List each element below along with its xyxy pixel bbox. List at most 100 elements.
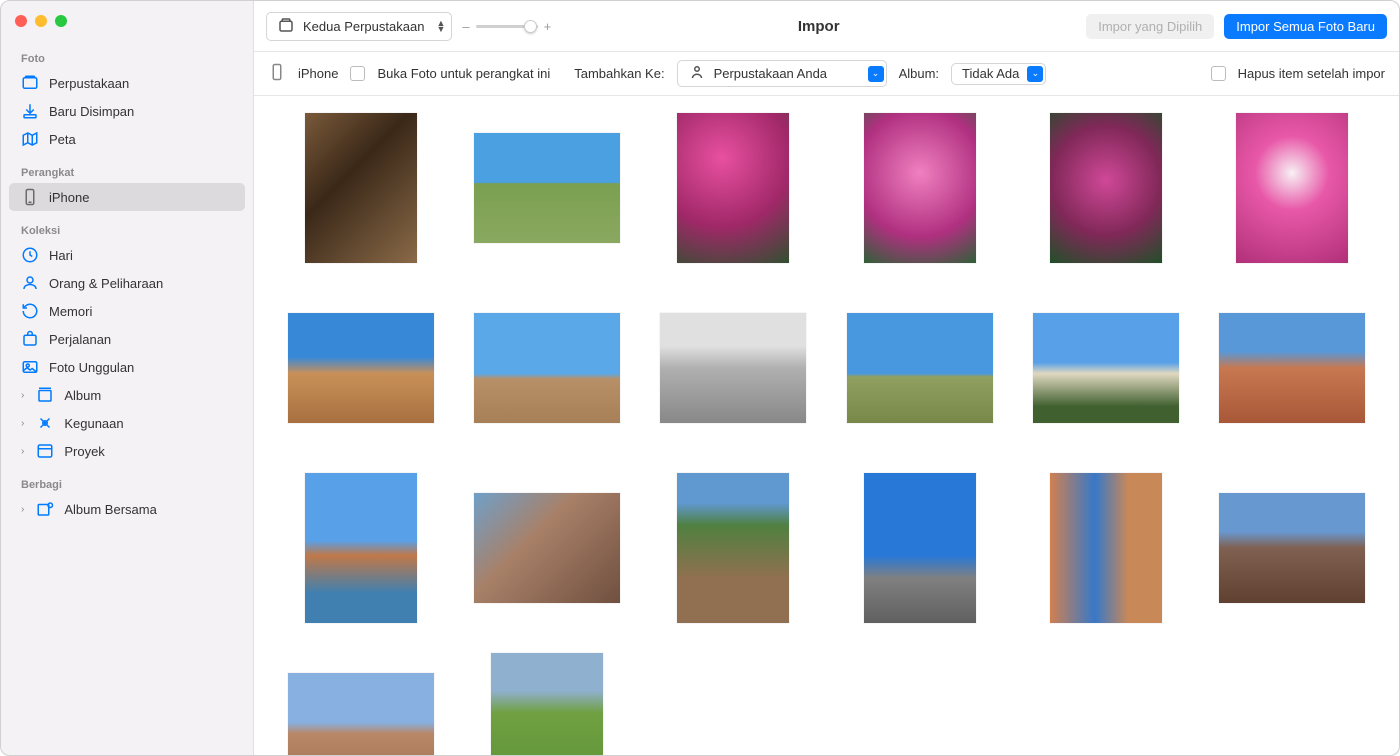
sidebar-item-label: Album Bersama: [64, 502, 156, 517]
library-filter-label: Kedua Perpustakaan: [303, 19, 424, 34]
import-all-button[interactable]: Impor Semua Foto Baru: [1224, 14, 1387, 39]
sidebar-item-label: Memori: [49, 304, 92, 319]
import-selected-button[interactable]: Impor yang Dipilih: [1086, 14, 1214, 39]
sidebar-item-iphone[interactable]: iPhone: [9, 183, 245, 211]
sidebar-item-album-bersama[interactable]: › Album Bersama: [9, 495, 245, 523]
sidebar-item-label: Baru Disimpan: [49, 104, 134, 119]
zoom-out-button[interactable]: –: [462, 19, 469, 34]
section-perangkat-title: Perangkat: [1, 161, 253, 183]
map-icon: [21, 130, 39, 148]
library-stack-icon: [277, 16, 295, 37]
sidebar-item-label: Proyek: [64, 444, 104, 459]
photo-thumbnail[interactable]: [1205, 104, 1379, 272]
sidebar-item-label: Perpustakaan: [49, 76, 129, 91]
sidebar-item-label: iPhone: [49, 190, 89, 205]
maximize-window-button[interactable]: [55, 15, 67, 27]
sidebar-item-label: Kegunaan: [64, 416, 123, 431]
chevron-down-icon: ⌄: [868, 66, 884, 82]
photo-thumbnail[interactable]: [274, 104, 448, 272]
photo-thumbnail[interactable]: [1205, 284, 1379, 452]
zoom-in-button[interactable]: +: [544, 19, 552, 34]
album-value: Tidak Ada: [962, 66, 1019, 81]
photo-image: [1219, 313, 1365, 423]
shared-album-icon: [36, 500, 54, 518]
photo-thumbnail[interactable]: [646, 104, 820, 272]
sidebar: Foto Perpustakaan Baru Disimpan Peta Per…: [1, 1, 254, 755]
photo-thumbnail[interactable]: [833, 284, 1007, 452]
photo-image: [491, 653, 603, 755]
sidebar-item-peta[interactable]: Peta: [9, 125, 245, 153]
sidebar-item-label: Peta: [49, 132, 76, 147]
updown-arrows-icon: ▲▼: [432, 20, 445, 32]
photo-image: [305, 473, 417, 623]
photo-image: [288, 313, 434, 423]
photo-thumbnail[interactable]: [833, 464, 1007, 632]
photo-image: [474, 493, 620, 603]
sidebar-item-label: Perjalanan: [49, 332, 111, 347]
sidebar-item-memori[interactable]: Memori: [9, 297, 245, 325]
library-filter-dropdown[interactable]: Kedua Perpustakaan ▲▼: [266, 12, 452, 41]
photo-image: [474, 313, 620, 423]
photo-thumbnail[interactable]: [1019, 284, 1193, 452]
sidebar-item-kegunaan[interactable]: › Kegunaan: [9, 409, 245, 437]
import-options-bar: iPhone Buka Foto untuk perangkat ini Tam…: [254, 52, 1399, 96]
sidebar-item-label: Hari: [49, 248, 73, 263]
sidebar-item-orang[interactable]: Orang & Peliharaan: [9, 269, 245, 297]
phone-icon: [21, 188, 39, 206]
sidebar-item-label: Album: [64, 388, 101, 403]
app-window: Foto Perpustakaan Baru Disimpan Peta Per…: [0, 0, 1400, 756]
sidebar-item-proyek[interactable]: › Proyek: [9, 437, 245, 465]
photo-thumbnail[interactable]: [460, 104, 634, 272]
photo-image: [864, 473, 976, 623]
phone-icon: [268, 63, 286, 84]
photo-thumbnail[interactable]: [833, 104, 1007, 272]
photo-image: [1050, 113, 1162, 263]
photo-thumbnail[interactable]: [460, 464, 634, 632]
photo-image: [474, 133, 620, 243]
photo-thumbnail[interactable]: [274, 284, 448, 452]
photo-image: [677, 113, 789, 263]
library-icon: [21, 74, 39, 92]
sidebar-item-foto-unggulan[interactable]: Foto Unggulan: [9, 353, 245, 381]
photo-thumbnail[interactable]: [274, 644, 448, 755]
photo-thumbnail[interactable]: [1019, 464, 1193, 632]
zoom-slider[interactable]: [476, 25, 538, 28]
photo-thumbnail[interactable]: [1205, 464, 1379, 632]
delete-after-import-checkbox[interactable]: [1211, 66, 1226, 81]
photo-thumbnail[interactable]: [1019, 104, 1193, 272]
album-select[interactable]: Tidak Ada ⌄: [951, 63, 1046, 85]
photo-thumbnail[interactable]: [460, 284, 634, 452]
chevron-right-icon: ›: [21, 504, 24, 515]
photo-thumbnail[interactable]: [460, 644, 634, 755]
album-icon: [36, 386, 54, 404]
photo-image: [1236, 113, 1348, 263]
device-name: iPhone: [298, 66, 338, 81]
sidebar-item-hari[interactable]: Hari: [9, 241, 245, 269]
add-to-select[interactable]: Perpustakaan Anda ⌄: [677, 60, 887, 87]
memories-icon: [21, 302, 39, 320]
photo-thumbnail[interactable]: [646, 464, 820, 632]
sidebar-item-perpustakaan[interactable]: Perpustakaan: [9, 69, 245, 97]
chevron-right-icon: ›: [21, 446, 24, 457]
saved-icon: [21, 102, 39, 120]
toolbar-title: Impor: [561, 18, 1076, 35]
chevron-right-icon: ›: [21, 418, 24, 429]
photo-image: [1050, 473, 1162, 623]
open-for-device-checkbox[interactable]: [350, 66, 365, 81]
photo-thumbnail[interactable]: [274, 464, 448, 632]
minimize-window-button[interactable]: [35, 15, 47, 27]
sidebar-item-label: Orang & Peliharaan: [49, 276, 163, 291]
zoom-slider-thumb[interactable]: [524, 20, 537, 33]
section-koleksi-title: Koleksi: [1, 219, 253, 241]
add-to-value: Perpustakaan Anda: [714, 66, 860, 81]
photo-thumbnail[interactable]: [646, 284, 820, 452]
photo-image: [305, 113, 417, 263]
utilities-icon: [36, 414, 54, 432]
close-window-button[interactable]: [15, 15, 27, 27]
album-label: Album:: [899, 66, 939, 81]
sidebar-item-album[interactable]: › Album: [9, 381, 245, 409]
section-berbagi-title: Berbagi: [1, 473, 253, 495]
sidebar-item-perjalanan[interactable]: Perjalanan: [9, 325, 245, 353]
add-to-label: Tambahkan Ke:: [574, 66, 664, 81]
sidebar-item-baru-disimpan[interactable]: Baru Disimpan: [9, 97, 245, 125]
